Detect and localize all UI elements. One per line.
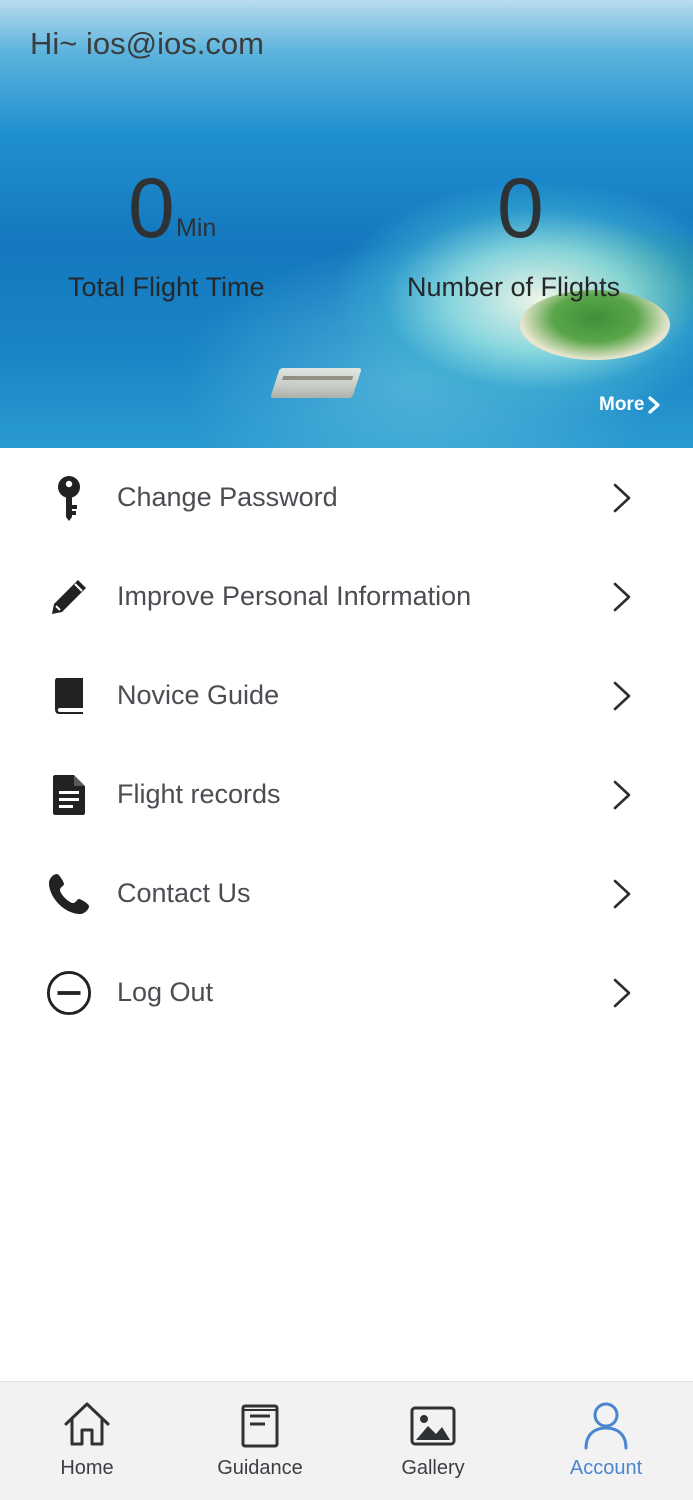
book-icon (46, 673, 92, 719)
menu-item-flight-records[interactable]: Flight records (0, 745, 693, 844)
chevron-right-icon (613, 879, 631, 909)
chevron-right-icon (613, 582, 631, 612)
chevron-right-icon (613, 483, 631, 513)
account-header-banner: Hi~ ios@ios.com 0 Min Total Flight Time … (0, 0, 693, 448)
menu-label: Log Out (117, 977, 214, 1007)
menu-label: Novice Guide (117, 680, 280, 710)
chevron-right-icon (613, 780, 631, 810)
more-label: More (599, 394, 645, 415)
chevron-right-icon (648, 396, 661, 414)
menu-item-novice-guide[interactable]: Novice Guide (0, 646, 693, 745)
pier-image (270, 368, 362, 398)
tab-account[interactable]: Account (536, 1382, 676, 1500)
tab-label: Account (569, 1457, 643, 1479)
menu-item-improve-personal-information[interactable]: Improve Personal Information (0, 547, 693, 646)
chevron-right-icon (613, 681, 631, 711)
tab-gallery[interactable]: Gallery (363, 1382, 503, 1500)
key-icon (46, 475, 92, 521)
number-of-flights-value: 0 (497, 161, 544, 255)
home-icon (64, 1402, 110, 1446)
tab-home[interactable]: Home (17, 1382, 157, 1500)
account-icon (584, 1402, 628, 1450)
tab-label: Home (60, 1457, 114, 1479)
pencil-icon (46, 574, 92, 620)
menu-label: Contact Us (117, 878, 251, 908)
menu-item-log-out[interactable]: Log Out (0, 943, 693, 1042)
guidance-icon (241, 1404, 279, 1448)
menu-item-contact-us[interactable]: Contact Us (0, 844, 693, 943)
gallery-icon (410, 1406, 456, 1446)
menu-item-change-password[interactable]: Change Password (0, 448, 693, 547)
menu-label: Improve Personal Information (117, 581, 472, 611)
more-link[interactable]: More (599, 394, 661, 416)
chevron-right-icon (613, 978, 631, 1008)
bottom-tab-bar: Home Guidance Gallery Account (0, 1381, 693, 1500)
total-flight-time-unit: Min (176, 214, 217, 242)
tab-guidance[interactable]: Guidance (190, 1382, 330, 1500)
total-flight-time-value: 0 (128, 161, 175, 255)
number-of-flights-label: Number of Flights (407, 272, 621, 302)
minus-circle-icon (46, 970, 92, 1016)
phone-icon (46, 871, 92, 917)
document-icon (46, 772, 92, 818)
menu-label: Flight records (117, 779, 281, 809)
tab-label: Guidance (217, 1457, 303, 1479)
tab-label: Gallery (401, 1457, 465, 1479)
total-flight-time-label: Total Flight Time (68, 272, 265, 302)
user-greeting: Hi~ ios@ios.com (30, 26, 264, 61)
account-menu: Change Password Improve Personal Informa… (0, 448, 693, 1042)
menu-label: Change Password (117, 482, 338, 512)
